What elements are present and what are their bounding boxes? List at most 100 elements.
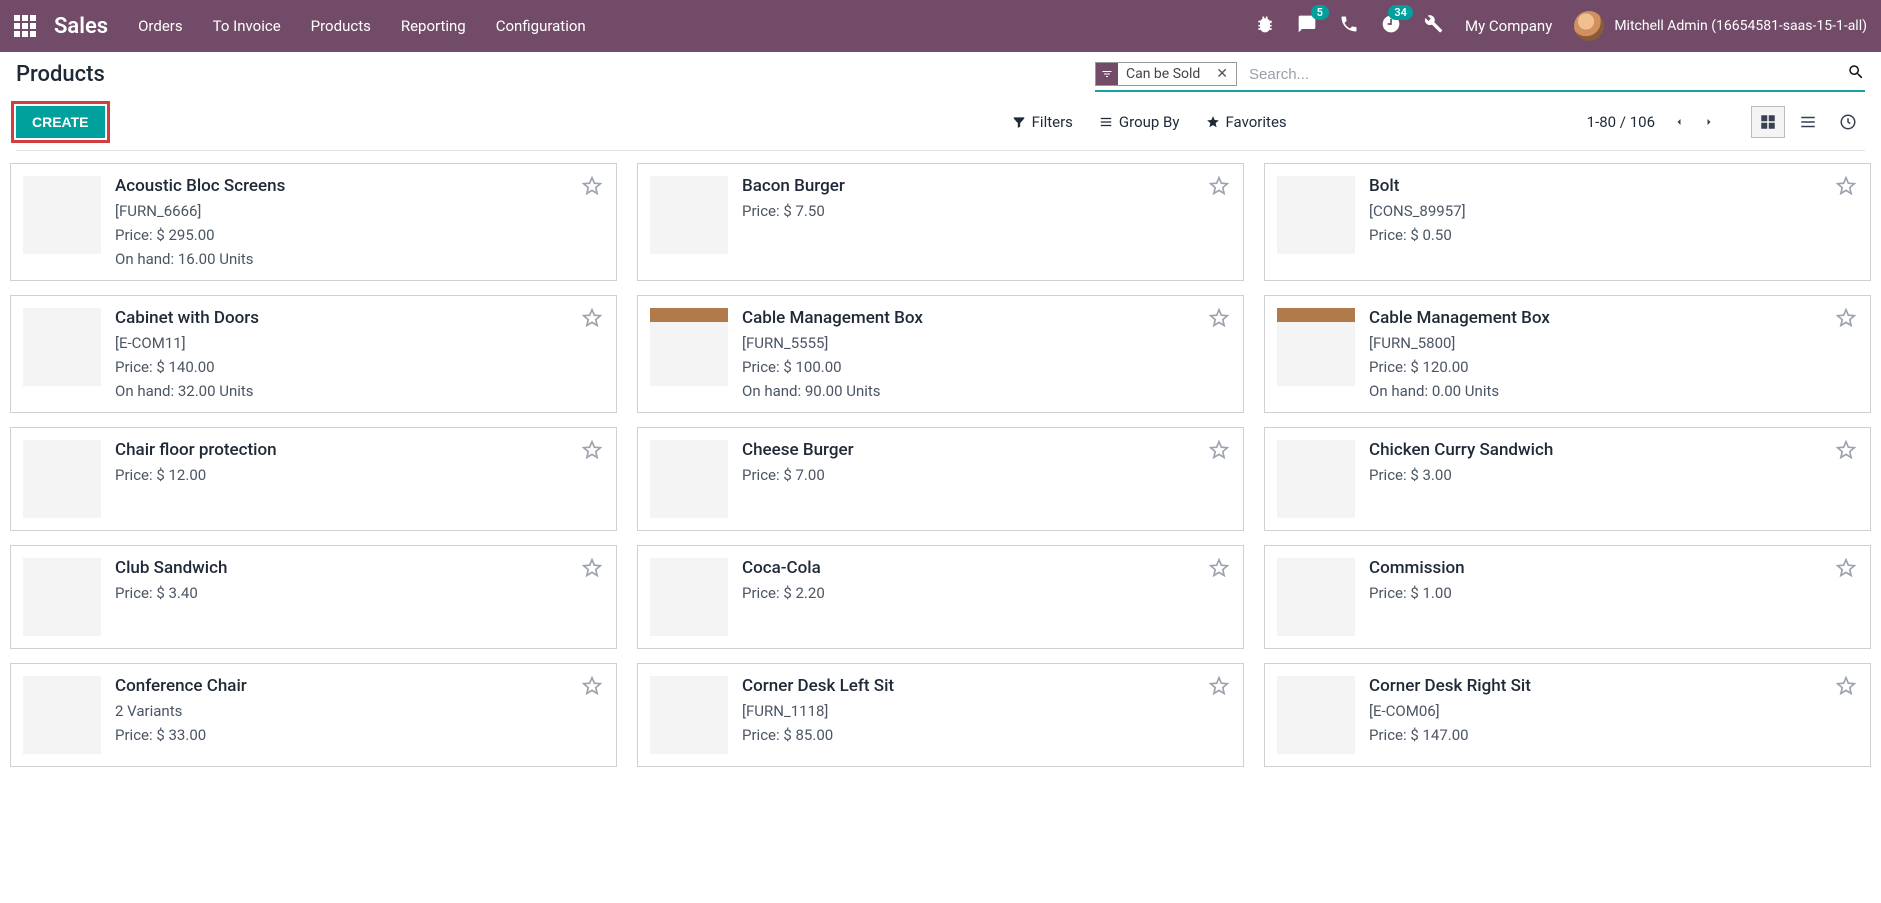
- product-card[interactable]: Bolt[CONS_89957]Price: $ 0.50: [1264, 163, 1871, 281]
- star-icon[interactable]: [1836, 308, 1856, 332]
- view-kanban[interactable]: [1751, 106, 1785, 138]
- product-price: Price: $ 7.50: [742, 202, 1231, 220]
- product-price: Price: $ 3.00: [1369, 466, 1858, 484]
- bug-icon[interactable]: [1255, 14, 1275, 38]
- create-button[interactable]: CREATE: [16, 106, 105, 138]
- company-switcher[interactable]: My Company: [1465, 17, 1552, 35]
- product-info: Conference Chair 2 Variants Price: $ 33.00: [115, 676, 604, 754]
- product-card[interactable]: Coca-ColaPrice: $ 2.20: [637, 545, 1244, 649]
- product-card[interactable]: Cable Management Box[FURN_5800]Price: $ …: [1264, 295, 1871, 413]
- product-name: Cable Management Box: [1369, 308, 1858, 328]
- star-icon[interactable]: [582, 676, 602, 700]
- product-card[interactable]: Bacon Burger Price: $ 7.50: [637, 163, 1244, 281]
- product-info: Cable Management Box[FURN_5800]Price: $ …: [1369, 308, 1858, 400]
- product-card[interactable]: Chicken Curry Sandwich Price: $ 3.00: [1264, 427, 1871, 531]
- filters-button[interactable]: Filters: [1012, 113, 1073, 131]
- product-card[interactable]: Corner Desk Right Sit[E-COM06]Price: $ 1…: [1264, 663, 1871, 767]
- star-icon[interactable]: [582, 308, 602, 332]
- product-card[interactable]: Corner Desk Left Sit[FURN_1118]Price: $ …: [637, 663, 1244, 767]
- facet-label: Can be Sold: [1118, 64, 1208, 84]
- user-menu[interactable]: Mitchell Admin (16654581-saas-15-1-all): [1574, 11, 1867, 41]
- product-card[interactable]: Club SandwichPrice: $ 3.40: [10, 545, 617, 649]
- product-thumb: [650, 308, 728, 386]
- product-card[interactable]: Cabinet with Doors[E-COM11]Price: $ 140.…: [10, 295, 617, 413]
- search-input[interactable]: [1245, 64, 1847, 85]
- nav-orders[interactable]: Orders: [138, 17, 183, 35]
- product-price: Price: $ 147.00: [1369, 726, 1858, 744]
- product-thumb: [1277, 558, 1355, 636]
- product-thumb: [23, 440, 101, 518]
- product-price: Price: $ 100.00: [742, 358, 1231, 376]
- product-price: Price: $ 33.00: [115, 726, 604, 744]
- product-card[interactable]: Acoustic Bloc Screens[FURN_6666]Price: $…: [10, 163, 617, 281]
- activities-icon[interactable]: 34: [1381, 14, 1401, 38]
- brand-title[interactable]: Sales: [54, 14, 108, 39]
- product-thumb: [23, 308, 101, 386]
- view-activity[interactable]: [1831, 106, 1865, 138]
- product-name: Cabinet with Doors: [115, 308, 604, 328]
- nav-configuration[interactable]: Configuration: [496, 17, 586, 35]
- star-icon[interactable]: [1209, 676, 1229, 700]
- product-thumb: [650, 440, 728, 518]
- tools-icon[interactable]: [1423, 14, 1443, 38]
- star-icon[interactable]: [1209, 176, 1229, 200]
- product-name: Chicken Curry Sandwich: [1369, 440, 1858, 460]
- product-ref: 2 Variants: [115, 702, 604, 720]
- star-icon[interactable]: [1836, 558, 1856, 582]
- product-thumb: [650, 676, 728, 754]
- product-info: Cable Management Box[FURN_5555]Price: $ …: [742, 308, 1231, 400]
- product-info: Club SandwichPrice: $ 3.40: [115, 558, 604, 636]
- product-card[interactable]: Cheese BurgerPrice: $ 7.00: [637, 427, 1244, 531]
- star-icon[interactable]: [1836, 440, 1856, 464]
- product-name: Conference Chair: [115, 676, 604, 696]
- product-thumb: [650, 176, 728, 254]
- messages-badge: 5: [1311, 5, 1329, 20]
- groupby-button[interactable]: Group By: [1099, 113, 1180, 131]
- pager-value[interactable]: 1-80 / 106: [1587, 113, 1655, 131]
- product-card[interactable]: Conference Chair 2 Variants Price: $ 33.00: [10, 663, 617, 767]
- product-name: Bacon Burger: [742, 176, 1231, 196]
- nav-links: Orders To Invoice Products Reporting Con…: [138, 17, 586, 35]
- topbar: Sales Orders To Invoice Products Reporti…: [0, 0, 1881, 52]
- product-thumb: [23, 676, 101, 754]
- favorites-label: Favorites: [1226, 113, 1287, 131]
- product-ref: [E-COM06]: [1369, 702, 1858, 720]
- nav-reporting[interactable]: Reporting: [401, 17, 466, 35]
- messages-icon[interactable]: 5: [1297, 14, 1317, 38]
- favorites-button[interactable]: Favorites: [1206, 113, 1287, 131]
- facet-remove[interactable]: ✕: [1208, 66, 1236, 82]
- product-ref: [CONS_89957]: [1369, 202, 1858, 220]
- pager-next[interactable]: [1703, 114, 1715, 130]
- view-list[interactable]: [1791, 106, 1825, 138]
- star-icon[interactable]: [1209, 308, 1229, 332]
- product-info: Coca-ColaPrice: $ 2.20: [742, 558, 1231, 636]
- search-icon[interactable]: [1847, 63, 1865, 85]
- product-ref: [FURN_1118]: [742, 702, 1231, 720]
- product-name: Acoustic Bloc Screens: [115, 176, 604, 196]
- product-name: Club Sandwich: [115, 558, 604, 578]
- product-name: Coca-Cola: [742, 558, 1231, 578]
- product-name: Cheese Burger: [742, 440, 1231, 460]
- product-card[interactable]: Chair floor protectionPrice: $ 12.00: [10, 427, 617, 531]
- star-icon[interactable]: [1209, 558, 1229, 582]
- product-ref: [FURN_5555]: [742, 334, 1231, 352]
- star-icon[interactable]: [1836, 176, 1856, 200]
- star-icon[interactable]: [582, 440, 602, 464]
- product-thumb: [1277, 176, 1355, 254]
- product-thumb: [1277, 308, 1355, 386]
- star-icon[interactable]: [1209, 440, 1229, 464]
- product-price: Price: $ 12.00: [115, 466, 604, 484]
- activities-badge: 34: [1388, 5, 1413, 20]
- apps-icon[interactable]: [14, 15, 36, 37]
- product-card[interactable]: Cable Management Box[FURN_5555]Price: $ …: [637, 295, 1244, 413]
- nav-to-invoice[interactable]: To Invoice: [213, 17, 281, 35]
- star-icon[interactable]: [1836, 676, 1856, 700]
- product-card[interactable]: CommissionPrice: $ 1.00: [1264, 545, 1871, 649]
- phone-icon[interactable]: [1339, 14, 1359, 38]
- kanban-view: Acoustic Bloc Screens[FURN_6666]Price: $…: [0, 151, 1881, 779]
- star-icon[interactable]: [582, 176, 602, 200]
- star-icon[interactable]: [582, 558, 602, 582]
- pager-prev[interactable]: [1673, 114, 1685, 130]
- nav-products[interactable]: Products: [311, 17, 371, 35]
- product-thumb: [23, 558, 101, 636]
